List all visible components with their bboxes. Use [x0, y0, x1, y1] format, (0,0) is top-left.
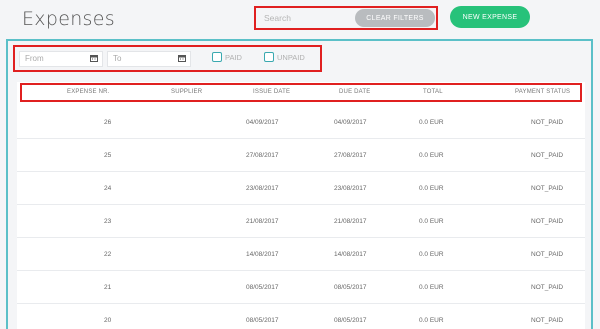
cell-issue-date: 14/08/2017: [246, 251, 279, 258]
column-header-issue-date[interactable]: ISSUE DATE: [253, 89, 290, 95]
cell-issue-date: 08/05/2017: [246, 284, 279, 291]
column-header-total[interactable]: TOTAL: [423, 89, 443, 95]
cell-expense-nr: 23: [104, 218, 112, 225]
cell-due-date: 08/05/2017: [334, 284, 367, 291]
cell-expense-nr: 22: [104, 251, 112, 258]
table-row[interactable]: 22 14/08/2017 14/08/2017 0.0 EUR NOT_PAI…: [17, 238, 585, 271]
table-row[interactable]: 24 23/08/2017 23/08/2017 0.0 EUR NOT_PAI…: [17, 172, 585, 205]
paid-filter[interactable]: PAID: [212, 52, 242, 62]
cell-payment-status: NOT_PAID: [531, 152, 564, 159]
cell-payment-status: NOT_PAID: [531, 218, 564, 225]
cell-payment-status: NOT_PAID: [531, 119, 564, 126]
from-date-placeholder: From: [25, 54, 44, 63]
cell-total: 0.0 EUR: [419, 284, 444, 291]
table-row[interactable]: 26 04/09/2017 04/09/2017 0.0 EUR NOT_PAI…: [17, 106, 585, 139]
column-header-payment-status[interactable]: PAYMENT STATUS: [515, 89, 570, 95]
unpaid-checkbox[interactable]: [264, 52, 274, 62]
calendar-icon[interactable]: [90, 54, 98, 62]
cell-issue-date: 04/09/2017: [246, 119, 279, 126]
table-row[interactable]: 21 08/05/2017 08/05/2017 0.0 EUR NOT_PAI…: [17, 271, 585, 304]
paid-checkbox[interactable]: [212, 52, 222, 62]
cell-due-date: 08/05/2017: [334, 317, 367, 324]
page-title: Expenses: [22, 8, 115, 30]
unpaid-label: UNPAID: [277, 52, 305, 62]
cell-total: 0.0 EUR: [419, 185, 444, 192]
cell-total: 0.0 EUR: [419, 218, 444, 225]
cell-issue-date: 21/08/2017: [246, 218, 279, 225]
cell-due-date: 23/08/2017: [334, 185, 367, 192]
cell-expense-nr: 21: [104, 284, 112, 291]
cell-expense-nr: 20: [104, 317, 112, 324]
filter-highlight-box: From To PAID UNPAID: [13, 45, 322, 72]
cell-payment-status: NOT_PAID: [531, 251, 564, 258]
table-header: EXPENSE NR. SUPPLIER ISSUE DATE DUE DATE…: [20, 83, 582, 102]
cell-total: 0.0 EUR: [419, 317, 444, 324]
calendar-icon[interactable]: [178, 54, 186, 62]
column-header-supplier[interactable]: SUPPLIER: [171, 89, 202, 95]
cell-total: 0.0 EUR: [419, 119, 444, 126]
new-expense-button[interactable]: NEW EXPENSE: [450, 6, 530, 28]
clear-filters-button[interactable]: CLEAR FILTERS: [355, 9, 435, 27]
search-highlight-box: CLEAR FILTERS: [254, 6, 438, 30]
cell-total: 0.0 EUR: [419, 251, 444, 258]
cell-expense-nr: 26: [104, 119, 112, 126]
column-header-expense-nr[interactable]: EXPENSE NR.: [67, 89, 110, 95]
table-row[interactable]: 23 21/08/2017 21/08/2017 0.0 EUR NOT_PAI…: [17, 205, 585, 238]
cell-payment-status: NOT_PAID: [531, 185, 564, 192]
paid-label: PAID: [225, 52, 242, 62]
cell-expense-nr: 25: [104, 152, 112, 159]
cell-due-date: 04/09/2017: [334, 119, 367, 126]
from-date-field[interactable]: From: [19, 51, 103, 67]
column-header-due-date[interactable]: DUE DATE: [339, 89, 371, 95]
table-row[interactable]: 25 27/08/2017 27/08/2017 0.0 EUR NOT_PAI…: [17, 139, 585, 172]
cell-due-date: 14/08/2017: [334, 251, 367, 258]
table-row[interactable]: 20 08/05/2017 08/05/2017 0.0 EUR NOT_PAI…: [17, 304, 585, 329]
cell-due-date: 27/08/2017: [334, 152, 367, 159]
to-date-field[interactable]: To: [107, 51, 191, 67]
cell-payment-status: NOT_PAID: [531, 284, 564, 291]
cell-expense-nr: 24: [104, 185, 112, 192]
cell-issue-date: 23/08/2017: [246, 185, 279, 192]
cell-due-date: 21/08/2017: [334, 218, 367, 225]
cell-issue-date: 08/05/2017: [246, 317, 279, 324]
cell-payment-status: NOT_PAID: [531, 317, 564, 324]
unpaid-filter[interactable]: UNPAID: [264, 52, 305, 62]
search-input[interactable]: [258, 10, 358, 26]
expenses-panel: From To PAID UNPAID EXPENSE NR. SUPPLIER…: [6, 39, 593, 329]
cell-issue-date: 27/08/2017: [246, 152, 279, 159]
cell-total: 0.0 EUR: [419, 152, 444, 159]
to-date-placeholder: To: [113, 54, 122, 63]
expenses-table: EXPENSE NR. SUPPLIER ISSUE DATE DUE DATE…: [17, 82, 585, 329]
